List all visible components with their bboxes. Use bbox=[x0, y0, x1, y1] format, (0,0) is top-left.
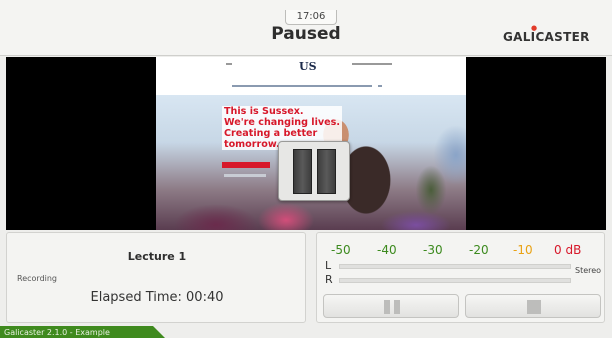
scale-label: 0 dB bbox=[554, 243, 582, 257]
stop-button[interactable] bbox=[465, 294, 601, 318]
scale-label: -50 bbox=[331, 243, 351, 257]
left-channel-label: L bbox=[325, 259, 332, 272]
audio-panel: -50 -40 -30 -20 -10 0 dB L R Stereo bbox=[316, 232, 605, 323]
pause-bar-right bbox=[317, 149, 336, 194]
nav-links bbox=[352, 63, 392, 65]
scale-label: -30 bbox=[423, 243, 443, 257]
scale-label: -40 bbox=[377, 243, 397, 257]
right-channel-label: R bbox=[325, 273, 333, 286]
headline-line-2: We're changing lives. bbox=[224, 117, 340, 128]
logo-text: GALICASTER bbox=[503, 30, 590, 44]
headline-line-3: Creating a better bbox=[224, 128, 318, 139]
logo-dot-icon: ● bbox=[531, 24, 538, 32]
headline-line-1: This is Sussex. bbox=[224, 106, 304, 117]
scale-mark-3: -30 bbox=[423, 243, 443, 257]
scale-mark-1: -50 bbox=[331, 243, 351, 257]
nav-search bbox=[378, 85, 382, 87]
galicaster-logo: GALICASTER ● bbox=[503, 24, 590, 44]
scale-mark-6: 0 dB bbox=[554, 243, 581, 257]
scale-mark-4: -20 bbox=[469, 243, 489, 257]
left-level-meter bbox=[339, 264, 571, 269]
website-subcta bbox=[224, 174, 266, 177]
recording-info-panel: Lecture 1 Recording Elapsed Time: 00:40 bbox=[6, 232, 306, 323]
website-cta bbox=[222, 162, 270, 168]
nav-menu bbox=[232, 85, 372, 87]
elapsed-time: Elapsed Time: 00:40 bbox=[90, 290, 224, 305]
audio-mode-label: Stereo bbox=[575, 266, 602, 275]
scale-label: -20 bbox=[469, 243, 489, 257]
pause-bar-left bbox=[293, 149, 312, 194]
pause-button[interactable] bbox=[323, 294, 459, 318]
scale-label: -10 bbox=[513, 243, 533, 257]
scale-mark-2: -40 bbox=[377, 243, 397, 257]
website-nav: US bbox=[156, 57, 466, 95]
website-logo: US bbox=[299, 60, 317, 73]
stop-icon bbox=[527, 300, 541, 314]
recording-status-label: Recording bbox=[17, 274, 58, 283]
video-preview: US This is Sussex. We're changing lives.… bbox=[6, 57, 606, 230]
scale-mark-5: -10 bbox=[513, 243, 533, 257]
version-label: Galicaster 2.1.0 - Example bbox=[4, 328, 110, 337]
recording-title: Lecture 1 bbox=[127, 250, 187, 263]
clock: 17:06 bbox=[285, 10, 337, 25]
paused-overlay-icon bbox=[278, 141, 350, 201]
header-bar: 17:06 Paused GALICASTER ● bbox=[0, 0, 612, 56]
right-level-meter bbox=[339, 278, 571, 283]
nav-marker bbox=[226, 63, 232, 65]
